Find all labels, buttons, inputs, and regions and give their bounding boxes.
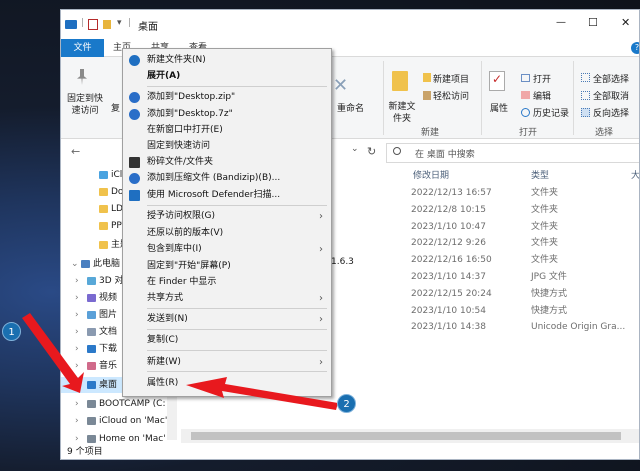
annotation-arrow-1 [22,313,84,393]
step-badge-1: 1 [2,322,21,341]
annotation-arrows [22,313,338,410]
step-badge-2: 2 [337,394,356,413]
annotation-arrow-2 [186,377,338,410]
